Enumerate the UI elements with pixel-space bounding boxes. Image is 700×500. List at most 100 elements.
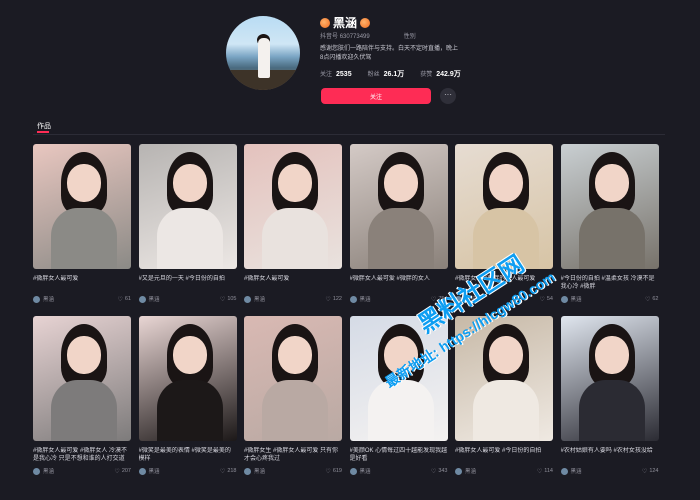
video-thumbnail[interactable] <box>33 144 131 269</box>
video-thumbnail[interactable] <box>138 316 237 441</box>
video-card[interactable]: #农村姑娘有人要吗 #农村女孩没给黑涵 ♡ 124 <box>560 316 659 479</box>
like-count: 218 <box>227 468 237 474</box>
video-thumbnail[interactable] <box>33 316 131 441</box>
video-thumbnail[interactable] <box>349 316 448 441</box>
profile-avatar[interactable] <box>226 16 300 90</box>
author-avatar[interactable] <box>138 295 146 303</box>
video-caption[interactable]: #微胖女人最可爱 #微胖女人 冷漠不是我心冷 只是不想和谁的人打交道 <box>33 447 131 463</box>
heart-icon: ♡ <box>114 468 120 475</box>
like-count: 122 <box>332 296 342 302</box>
like-count: 61 <box>124 296 131 302</box>
video-caption[interactable]: #微胖女生 #微胖女人最可爱 只有你才会心疼我过 <box>244 447 342 463</box>
video-card[interactable]: #微胖女人最可爱黑涵 ♡ 61 <box>33 144 131 307</box>
video-meta: 黑涵 ♡ 62 <box>560 295 659 303</box>
author-avatar[interactable] <box>455 467 462 475</box>
like-count: 207 <box>121 468 131 474</box>
like-count: 343 <box>438 468 448 474</box>
tab-works[interactable]: 作品 <box>37 121 51 131</box>
video-thumbnail[interactable] <box>455 316 553 441</box>
thumbnail-body <box>473 208 539 269</box>
video-caption[interactable]: #美颜OK 心情每过四十越能发现我越是好看 <box>350 447 448 463</box>
author-avatar[interactable] <box>33 295 40 303</box>
thumbnail-face <box>278 336 312 374</box>
author-avatar[interactable] <box>349 295 357 303</box>
author-name[interactable]: 黑涵 <box>43 295 54 303</box>
video-thumbnail[interactable] <box>138 144 237 269</box>
heart-icon: ♡ <box>430 468 437 475</box>
video-meta: 黑涵 ♡ 207 <box>33 467 131 475</box>
stat-followers[interactable]: 粉丝 26.1万 <box>368 69 405 79</box>
stat-likes: 获赞 242.9万 <box>420 71 461 78</box>
stat-following[interactable]: 关注 2535 <box>320 69 352 78</box>
profile-stats: 关注 2535 粉丝 26.1万 获赞 242.9万 <box>320 69 461 79</box>
author-name[interactable]: 黑涵 <box>465 295 476 303</box>
author-avatar[interactable] <box>455 295 462 303</box>
author-name[interactable]: 黑涵 <box>149 295 160 303</box>
thumbnail-body <box>51 208 117 269</box>
video-meta: 黑涵 ♡ 54 <box>455 295 553 303</box>
video-caption[interactable]: #微笑是最美的表情 #微笑是最美的模样 <box>139 447 237 463</box>
thumbnail-body <box>51 380 117 441</box>
author-name[interactable]: 黑涵 <box>149 467 160 475</box>
author-avatar[interactable] <box>244 467 251 475</box>
thumbnail-face <box>172 336 207 374</box>
author-avatar[interactable] <box>560 467 568 475</box>
author-avatar[interactable] <box>349 467 357 475</box>
author-name[interactable]: 黑涵 <box>360 295 371 303</box>
video-thumbnail[interactable] <box>560 316 659 441</box>
heart-icon: ♡ <box>117 296 123 303</box>
video-thumbnail[interactable] <box>560 144 659 269</box>
profile-id-label: 抖音号 <box>320 34 339 40</box>
author-avatar[interactable] <box>138 467 146 475</box>
video-caption[interactable]: #微胖女人最可爱 <box>244 275 342 291</box>
author-name[interactable]: 黑涵 <box>571 295 582 303</box>
video-card[interactable]: #微胖女人最可爱 #今日份的自拍 黑涵 ♡ 114 <box>455 316 553 479</box>
author-avatar[interactable] <box>560 295 568 303</box>
video-thumbnail[interactable] <box>244 316 342 441</box>
video-meta: 黑涵 ♡ 105 <box>138 295 237 303</box>
heart-icon: ♡ <box>325 296 331 303</box>
author-name[interactable]: 黑涵 <box>43 467 54 475</box>
profile-name-row: 黑涵 <box>320 14 371 31</box>
thumbnail-body <box>156 380 223 441</box>
video-card[interactable]: #微胖女人最可爱黑涵 ♡ 122 <box>244 144 342 307</box>
thumbnail-face <box>594 164 629 202</box>
video-card[interactable]: #微胖女生 #微胖女人最可爱 只有你才会心疼我过 黑涵 ♡ 619 <box>244 316 342 479</box>
author-avatar[interactable] <box>33 467 40 475</box>
video-thumbnail[interactable] <box>349 144 448 269</box>
heart-icon: ♡ <box>219 468 226 475</box>
author-name[interactable]: 黑涵 <box>360 467 371 475</box>
heart-icon: ♡ <box>325 468 331 475</box>
follow-button[interactable]: 关注 <box>321 88 431 104</box>
video-caption[interactable]: #微胖女人最可爱 #微胖的女人 <box>350 275 448 291</box>
video-caption[interactable]: #微胖女人 #微胖的女人最可爱 <box>455 275 553 291</box>
thumbnail-face <box>489 336 523 374</box>
more-options-button[interactable]: ··· <box>440 88 456 104</box>
author-name[interactable]: 黑涵 <box>254 295 265 303</box>
video-caption[interactable]: #微胖女人最可爱 <box>33 275 131 291</box>
profile-id: 抖音号 630773499 <box>320 31 370 40</box>
video-card[interactable]: #微笑是最美的表情 #微笑是最美的模样黑涵 ♡ 218 <box>138 316 237 479</box>
video-thumbnail[interactable] <box>455 144 553 269</box>
video-card[interactable]: #微胖女人 #微胖的女人最可爱黑涵 ♡ 54 <box>455 144 553 307</box>
thumbnail-body <box>578 208 645 269</box>
peach-icon <box>360 17 371 28</box>
like-count: 124 <box>649 468 659 474</box>
heart-icon: ♡ <box>641 468 648 475</box>
video-caption[interactable]: #微胖女人最可爱 #今日份的自拍 <box>455 447 553 463</box>
video-card[interactable]: #又是元旦的一天 #今日份的自拍黑涵 ♡ 105 <box>138 144 237 307</box>
video-caption[interactable]: #农村姑娘有人要吗 #农村女孩没给 <box>561 447 659 463</box>
video-card[interactable]: #微胖女人最可爱 #微胖的女人 黑涵 ♡ 754 <box>349 144 448 307</box>
video-thumbnail[interactable] <box>244 144 342 269</box>
video-caption[interactable]: #又是元旦的一天 #今日份的自拍 <box>139 275 237 291</box>
author-name[interactable]: 黑涵 <box>254 467 265 475</box>
video-card[interactable]: #美颜OK 心情每过四十越能发现我越是好看黑涵 ♡ 343 <box>349 316 448 479</box>
video-card[interactable]: #今日份的自拍 #温柔女孩 冷漠不是我心冷 #微胖黑涵 ♡ 62 <box>560 144 659 307</box>
video-card[interactable]: #微胖女人最可爱 #微胖女人 冷漠不是我心冷 只是不想和谁的人打交道黑涵 ♡ 207 <box>33 316 131 479</box>
author-avatar[interactable] <box>244 295 251 303</box>
thumbnail-body <box>367 380 434 441</box>
author-name[interactable]: 黑涵 <box>571 467 582 475</box>
author-name[interactable]: 黑涵 <box>465 467 476 475</box>
video-caption[interactable]: #今日份的自拍 #温柔女孩 冷漠不是我心冷 #微胖 <box>561 275 659 291</box>
thumbnail-face <box>594 336 629 374</box>
